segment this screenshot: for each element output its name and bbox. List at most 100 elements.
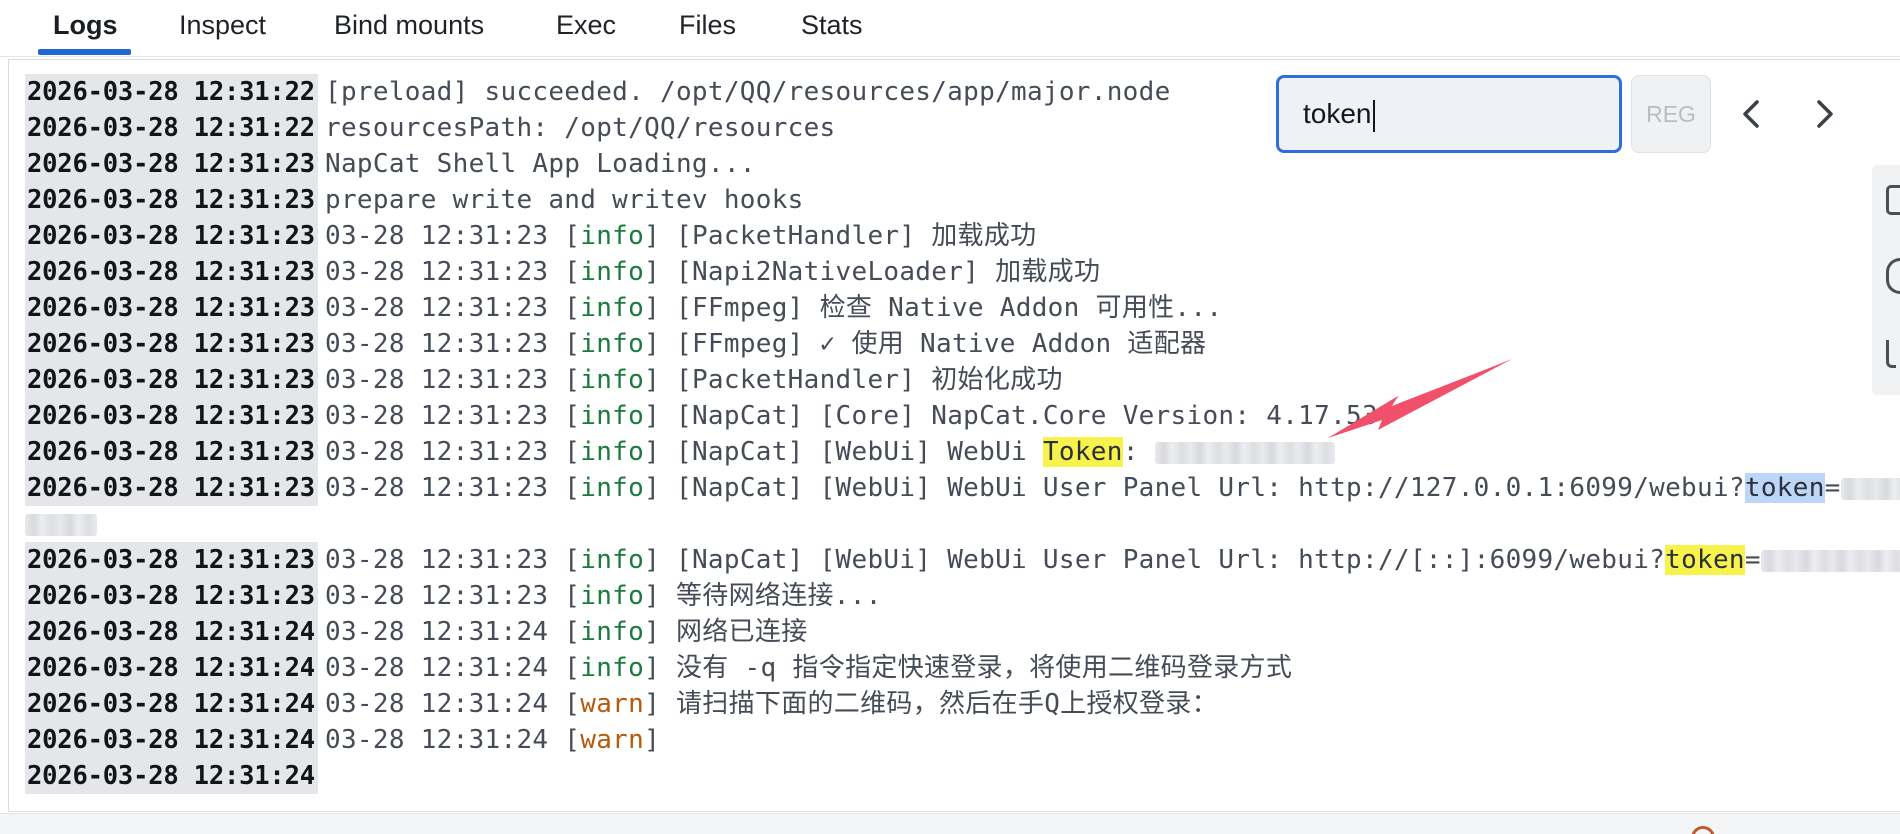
log-text: ] [PacketHandler] 加载成功 <box>644 221 1037 251</box>
log-viewer[interactable]: 2026-03-28 12:31:22 [preload] succeeded. … <box>8 59 1900 812</box>
log-timestamp: 2026-03-28 12:31:23 <box>25 182 318 218</box>
log-timestamp: 2026-03-28 12:31:23 <box>25 146 318 182</box>
log-text: ] [Napi2NativeLoader] 加载成功 <box>644 257 1101 287</box>
search-input-value: token <box>1303 98 1372 129</box>
log-text: 03-28 12:31:23 [ <box>325 401 581 431</box>
log-text: 03-28 12:31:23 [ <box>325 473 581 503</box>
log-timestamp: 2026-03-28 12:31:23 <box>25 254 318 290</box>
log-level-badge: warn <box>580 689 645 719</box>
log-line: 2026-03-28 12:31:23 03-28 12:31:23 [info]… <box>9 470 1900 506</box>
log-level-badge: info <box>580 653 645 683</box>
trash-icon[interactable] <box>1886 340 1896 368</box>
log-line: 2026-03-28 12:31:24 03-28 12:31:24 [warn]… <box>9 686 1900 722</box>
next-match-button[interactable] <box>1800 90 1848 138</box>
log-message: resourcesPath: /opt/QQ/resources <box>325 110 836 146</box>
redacted-token <box>1760 549 1900 572</box>
log-timestamp: 2026-03-28 12:31:23 <box>25 578 318 614</box>
copy-icon[interactable] <box>1886 185 1900 215</box>
log-text: ] [PacketHandler] 初始化成功 <box>644 365 1063 395</box>
log-timestamp: 2026-03-28 12:31:23 <box>25 326 318 362</box>
log-text: 03-28 12:31:24 [ <box>325 689 581 719</box>
log-level-badge: info <box>580 329 645 359</box>
log-text: ] [FFmpeg] 检查 Native Addon 可用性... <box>644 293 1223 323</box>
log-message: 03-28 12:31:23 [info] [NapCat] [WebUi] W… <box>325 434 1335 470</box>
chevron-right-icon <box>1817 100 1833 128</box>
log-text: 03-28 12:31:23 [ <box>325 581 581 611</box>
log-text: 03-28 12:31:23 [ <box>325 545 581 575</box>
log-text: ] [NapCat] [WebUi] WebUi <box>644 437 1043 467</box>
tab-bind-mounts[interactable]: Bind mounts <box>334 6 484 44</box>
log-message: 03-28 12:31:24 [info] 网络已连接 <box>325 614 808 650</box>
log-message: 03-28 12:31:23 [info] 等待网络连接... <box>325 578 882 614</box>
previous-match-button[interactable] <box>1728 90 1776 138</box>
log-line: 2026-03-28 12:31:23 03-28 12:31:23 [info]… <box>9 398 1900 434</box>
log-text: = <box>1744 545 1761 575</box>
log-timestamp: 2026-03-28 12:31:24 <box>25 758 318 794</box>
log-text: ] 没有 -q 指令指定快速登录，将使用二维码登录方式 <box>644 653 1293 683</box>
log-level-badge: info <box>580 401 645 431</box>
log-text: ] <box>644 725 661 755</box>
tab-logs[interactable]: Logs <box>53 6 118 44</box>
log-text: ] [NapCat] [WebUi] WebUi User Panel Url:… <box>644 545 1666 575</box>
log-level-badge: info <box>580 545 645 575</box>
log-message: 03-28 12:31:23 [info] [FFmpeg] ✓ 使用 Nati… <box>325 326 1206 362</box>
log-text: resourcesPath: /opt/QQ/resources <box>325 113 836 143</box>
log-timestamp: 2026-03-28 12:31:23 <box>25 362 318 398</box>
log-line: 2026-03-28 12:31:24 03-28 12:31:24 [warn] <box>9 722 1900 758</box>
log-level-badge: info <box>580 473 645 503</box>
tab-inspect[interactable]: Inspect <box>179 6 266 44</box>
log-message: 03-28 12:31:23 [info] [FFmpeg] 检查 Native… <box>325 290 1222 326</box>
log-timestamp: 2026-03-28 12:31:24 <box>25 686 318 722</box>
log-level-badge: info <box>580 257 645 287</box>
log-text: ] 网络已连接 <box>644 617 808 647</box>
log-line: 2026-03-28 12:31:23 03-28 12:31:23 [info]… <box>9 218 1900 254</box>
log-message: 03-28 12:31:23 [info] [PacketHandler] 初始… <box>325 362 1063 398</box>
log-line: 2026-03-28 12:31:23 03-28 12:31:23 [info]… <box>9 326 1900 362</box>
tab-stats[interactable]: Stats <box>801 6 863 44</box>
log-line: 2026-03-28 12:31:23 03-28 12:31:23 [info]… <box>9 578 1900 614</box>
log-level-badge: info <box>580 221 645 251</box>
log-text: 03-28 12:31:23 [ <box>325 365 581 395</box>
log-text: ] 等待网络连接... <box>644 581 882 611</box>
log-line: 2026-03-28 12:31:24 <box>9 758 1900 794</box>
log-line <box>9 506 1900 542</box>
log-message: 03-28 12:31:23 [info] [NapCat] [WebUi] W… <box>325 542 1900 578</box>
log-text: 03-28 12:31:24 [ <box>325 617 581 647</box>
log-level-badge: info <box>580 617 645 647</box>
tab-exec[interactable]: Exec <box>556 6 616 44</box>
log-timestamp: 2026-03-28 12:31:24 <box>25 650 318 686</box>
log-timestamp: 2026-03-28 12:31:23 <box>25 470 318 506</box>
text-caret <box>1372 99 1375 132</box>
search-input[interactable]: token <box>1276 75 1622 153</box>
log-text: [preload] succeeded. /opt/QQ/resources/a… <box>325 77 1171 107</box>
log-text: 03-28 12:31:23 [ <box>325 293 581 323</box>
log-text: = <box>1824 473 1841 503</box>
log-message: 03-28 12:31:23 [info] [NapCat] [WebUi] W… <box>325 470 1900 506</box>
redacted-token <box>25 513 97 536</box>
log-level-badge: warn <box>580 725 645 755</box>
log-timestamp: 2026-03-28 12:31:23 <box>25 218 318 254</box>
log-level-badge: info <box>580 293 645 323</box>
search-match-highlight: Token <box>1042 437 1123 467</box>
log-text: 03-28 12:31:23 [ <box>325 221 581 251</box>
regex-toggle-button[interactable]: REG <box>1631 75 1711 153</box>
log-message: NapCat Shell App Loading... <box>325 146 756 182</box>
log-line: 2026-03-28 12:31:23 prepare write and wri… <box>9 182 1900 218</box>
log-level-badge: info <box>580 365 645 395</box>
tab-files[interactable]: Files <box>679 6 736 44</box>
log-text: ] [NapCat] [WebUi] WebUi User Panel Url:… <box>644 473 1745 503</box>
log-text: NapCat Shell App Loading... <box>325 149 756 179</box>
log-message: 03-28 12:31:23 [info] [NapCat] [Core] Na… <box>325 398 1378 434</box>
log-timestamp: 2026-03-28 12:31:23 <box>25 542 318 578</box>
log-line: 2026-03-28 12:31:23 03-28 12:31:23 [info]… <box>9 434 1900 470</box>
search-match-highlight: token <box>1744 473 1825 503</box>
log-text: ] [FFmpeg] ✓ 使用 Native Addon 适配器 <box>644 329 1207 359</box>
log-line: 2026-03-28 12:31:23 03-28 12:31:23 [info]… <box>9 362 1900 398</box>
log-message: 03-28 12:31:24 [info] 没有 -q 指令指定快速登录，将使用… <box>325 650 1292 686</box>
log-text: 03-28 12:31:23 [ <box>325 329 581 359</box>
clock-icon[interactable] <box>1886 258 1900 294</box>
log-line: 2026-03-28 12:31:23 03-28 12:31:23 [info]… <box>9 290 1900 326</box>
log-level-badge: info <box>580 437 645 467</box>
log-message: 03-28 12:31:24 [warn] 请扫描下面的二维码，然后在手Q上授权… <box>325 686 1218 722</box>
log-text: : <box>1122 437 1155 467</box>
